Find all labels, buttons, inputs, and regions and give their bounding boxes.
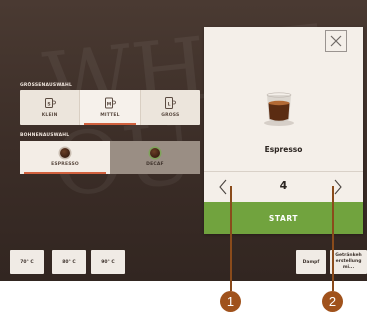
coffee-machine-screen: WHAT OU GRÖSSENAUSWAHL S KLEIN M MITTEL … [0,0,367,281]
drink-maker-label-line: mi... [342,265,355,270]
callout-line-1 [230,186,232,291]
callout-marker-1: 1 [220,291,241,312]
size-option-label: MITTEL [100,113,120,118]
size-section-label: GRÖSSENAUSWAHL [20,83,73,88]
bean-section-label: BOHNENAUSWAHL [20,133,70,138]
size-selector: S KLEIN M MITTEL L GROSS [20,90,200,125]
bean-option-label: ESPRESSO [51,162,79,167]
size-option-large[interactable]: L GROSS [139,90,200,125]
bean-option-espresso[interactable]: ESPRESSO [20,141,110,174]
quantity-stepper: 4 [204,171,363,202]
size-option-label: GROSS [161,113,180,118]
temperature-90-button[interactable]: 90° C [91,250,125,274]
bean-option-label: DECAF [146,162,164,167]
start-button[interactable]: START [204,202,363,234]
decaf-bean-icon [150,148,160,158]
bean-selector: ESPRESSO DECAF [20,141,200,174]
size-option-small[interactable]: S KLEIN [20,90,79,125]
drink-detail-panel: Espresso 4 START [204,27,363,234]
size-option-label: KLEIN [41,113,58,118]
chevron-right-icon [334,179,342,195]
large-cup-icon: L [165,97,177,109]
bean-option-decaf[interactable]: DECAF [110,141,200,174]
steam-button[interactable]: Dampf [296,250,326,274]
drink-name: Espresso [264,145,303,154]
close-icon [330,35,342,47]
drink-maker-button[interactable]: Getränkeh erstellung mi... [330,250,367,274]
espresso-bean-icon [60,148,70,158]
temperature-70-button[interactable]: 70° C [10,250,44,274]
espresso-cup-icon [260,87,298,127]
callout-line-2 [332,186,334,291]
svg-text:L: L [168,101,171,107]
svg-text:M: M [107,101,112,107]
temperature-80-button[interactable]: 80° C [52,250,86,274]
medium-cup-icon: M [104,97,116,109]
small-cup-icon: S [44,98,56,108]
callout-marker-2: 2 [322,291,343,312]
close-button[interactable] [325,30,347,52]
size-option-medium[interactable]: M MITTEL [79,90,140,125]
svg-text:S: S [47,101,50,107]
